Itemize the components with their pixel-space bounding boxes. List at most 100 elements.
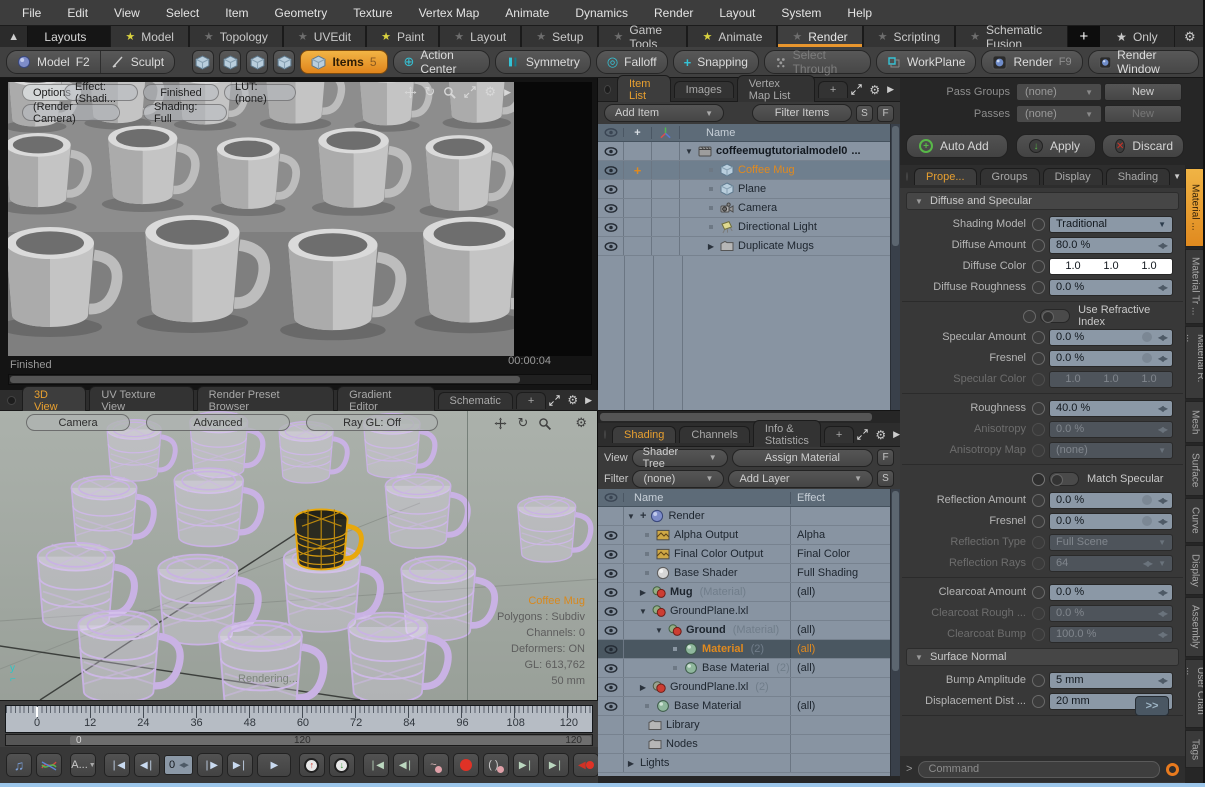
visibility-eye-icon[interactable] xyxy=(598,161,624,179)
workplane-button[interactable]: WorkPlane xyxy=(876,50,976,74)
chevron-down-icon[interactable]: ▼ xyxy=(1173,172,1181,181)
current-frame-marker[interactable] xyxy=(36,707,38,717)
match-specular-toggle[interactable] xyxy=(1049,472,1079,486)
shader-row-final-color-output[interactable]: Final Color Output Final Color xyxy=(598,545,890,564)
channel-toggle[interactable] xyxy=(1032,402,1045,415)
vtab-material-tr[interactable]: Material Tr ... xyxy=(1185,249,1205,324)
sculpt-mode-button[interactable]: Sculpt xyxy=(100,51,174,73)
mini-slider-icon[interactable]: ◀▶ xyxy=(1158,354,1166,363)
item-row-coffee-mug[interactable]: + Coffee Mug xyxy=(598,161,890,180)
channel-toggle[interactable] xyxy=(1032,352,1045,365)
vtab-user-chan[interactable]: User Chan ... xyxy=(1185,659,1205,729)
channel-toggle[interactable] xyxy=(1032,260,1045,273)
channel-toggle[interactable] xyxy=(1032,331,1045,344)
next-key2-button[interactable]: ▶❘ xyxy=(543,753,569,777)
layout-tab-paint[interactable]: ★Paint xyxy=(366,26,439,47)
gear-icon[interactable]: ⚙ xyxy=(869,83,880,97)
gear-icon[interactable]: ⚙ xyxy=(567,393,578,407)
filter-items-field[interactable]: Filter Items xyxy=(752,104,852,122)
go-to-end-button[interactable]: ▶❘ xyxy=(227,753,253,777)
action-center-button[interactable]: ⊕Action Center xyxy=(393,50,490,74)
timeline-range-bar[interactable]: 0 120 120 xyxy=(5,734,593,746)
add-key-curve-button[interactable]: ~ xyxy=(423,753,449,777)
channel-toggle[interactable] xyxy=(1032,557,1045,570)
view-mode-dropdown[interactable]: Shader Tree▼ xyxy=(632,449,728,467)
gear-icon[interactable]: ⚙ xyxy=(484,84,496,100)
add-tab-button[interactable]: + xyxy=(516,392,546,409)
tab-vertex-map-list[interactable]: Vertex Map List xyxy=(737,75,815,104)
reflection-fresnel-field[interactable]: 0.0 %◀▶ xyxy=(1049,513,1173,530)
viewport-3d[interactable]: Camera Advanced Ray GL: Off ↻ ⚙ Coffee M… xyxy=(0,411,598,700)
panel-menu-dot[interactable] xyxy=(604,85,611,94)
bump-amplitude-field[interactable]: 5 mm◀▶ xyxy=(1049,672,1173,689)
panel-menu-dot[interactable] xyxy=(604,430,606,439)
animation-mode-button[interactable]: ♫ xyxy=(6,753,32,777)
add-tab-button[interactable]: + xyxy=(824,426,854,443)
expander-icon[interactable]: ▼ xyxy=(654,626,664,635)
only-toggle[interactable]: ★Only xyxy=(1100,26,1173,47)
auto-add-button[interactable]: +Auto Add xyxy=(906,134,1008,158)
menu-view[interactable]: View xyxy=(102,6,152,20)
shader-tree-vscrollbar[interactable] xyxy=(890,489,900,776)
tab-groups[interactable]: Groups xyxy=(980,168,1040,185)
item-row-scene[interactable]: ▼coffeemugtutorialmodel0... xyxy=(598,142,890,161)
channel-toggle[interactable] xyxy=(1032,373,1045,386)
camera-view-dropdown[interactable]: Camera xyxy=(26,414,130,431)
menu-dynamics[interactable]: Dynamics xyxy=(563,6,640,20)
channel-toggle[interactable] xyxy=(1032,515,1045,528)
menu-geometry[interactable]: Geometry xyxy=(263,6,340,20)
key-up-button[interactable]: ↑ xyxy=(299,753,325,777)
render-scrollbar[interactable] xyxy=(8,374,592,385)
vtab-curve[interactable]: Curve xyxy=(1185,498,1205,543)
clearcoat-roughness-field[interactable]: 0.0 %◀▶ xyxy=(1049,605,1173,622)
visibility-eye-icon[interactable] xyxy=(598,640,624,658)
shader-row-lights[interactable]: ▶Lights xyxy=(598,754,890,773)
shader-row-alpha-output[interactable]: Alpha Output Alpha xyxy=(598,526,890,545)
symmetry-button[interactable]: Symmetry xyxy=(495,50,591,74)
menu-layout[interactable]: Layout xyxy=(707,6,767,20)
visibility-eye-icon[interactable] xyxy=(598,583,624,601)
shader-row-nodes[interactable]: Nodes xyxy=(598,735,890,754)
vtab-material[interactable]: Material ... xyxy=(1185,168,1205,247)
layout-tab-topology[interactable]: ★Topology xyxy=(189,26,283,47)
pinned-icon[interactable]: + xyxy=(624,161,652,179)
expander-icon[interactable]: ▶ xyxy=(706,242,716,251)
key-brackets-button[interactable]: ( ) xyxy=(483,753,509,777)
tab-schematic[interactable]: Schematic xyxy=(438,392,513,409)
render-button[interactable]: RenderF9 xyxy=(981,50,1082,74)
render-window-button[interactable]: Render Window xyxy=(1088,50,1199,74)
channel-toggle[interactable] xyxy=(1032,473,1045,486)
discard-button[interactable]: ✕Discard xyxy=(1102,134,1184,158)
layout-tab-model[interactable]: ★Model xyxy=(110,26,189,47)
new-pass-group-button[interactable]: New xyxy=(1104,83,1182,101)
section-surface-normal[interactable]: ▼Surface Normal xyxy=(906,648,1179,666)
channel-toggle[interactable] xyxy=(1032,536,1045,549)
shader-row-groundplane[interactable]: ▼GroundPlane.lxl xyxy=(598,602,890,621)
channel-toggle[interactable] xyxy=(1032,239,1045,252)
panel-arrow-icon[interactable]: ▶ xyxy=(893,429,900,440)
tab-channels[interactable]: Channels xyxy=(679,426,749,443)
shader-row-render[interactable]: ▼+Render xyxy=(598,507,890,526)
section-diffuse-and-specular[interactable]: ▼Diffuse and Specular xyxy=(906,192,1179,210)
channel-toggle[interactable] xyxy=(1032,423,1045,436)
vtab-material-r[interactable]: Material R. ... xyxy=(1185,326,1205,399)
filter-toggle-button[interactable]: F xyxy=(877,449,894,466)
search-toggle-button[interactable]: S xyxy=(877,470,894,487)
visibility-eye-icon[interactable] xyxy=(598,678,624,696)
add-tab-button[interactable]: + xyxy=(818,81,848,98)
timeline-ruler[interactable]: 01224364860728496108120 xyxy=(5,705,593,733)
menu-help[interactable]: Help xyxy=(835,6,884,20)
shading-model-dropdown[interactable]: Traditional▼ xyxy=(1049,216,1173,233)
expand-icon[interactable] xyxy=(549,395,560,406)
tab-properties[interactable]: Prope... xyxy=(914,168,977,185)
mini-slider-icon[interactable]: ◀▶ xyxy=(1158,404,1166,413)
items-mode-button[interactable]: Items5 xyxy=(300,50,387,74)
diffuse-color-field[interactable]: 1.01.01.0 xyxy=(1049,258,1173,275)
channel-toggle[interactable] xyxy=(1032,674,1045,687)
advanced-shading-dropdown[interactable]: Advanced xyxy=(146,414,290,431)
item-list-vscrollbar[interactable] xyxy=(890,124,900,410)
mini-slider-icon[interactable]: ◀▶ xyxy=(1158,676,1166,685)
graph-editor-button[interactable] xyxy=(36,753,62,777)
clearcoat-amount-field[interactable]: 0.0 %◀▶ xyxy=(1049,584,1173,601)
visibility-eye-icon[interactable] xyxy=(598,564,624,582)
